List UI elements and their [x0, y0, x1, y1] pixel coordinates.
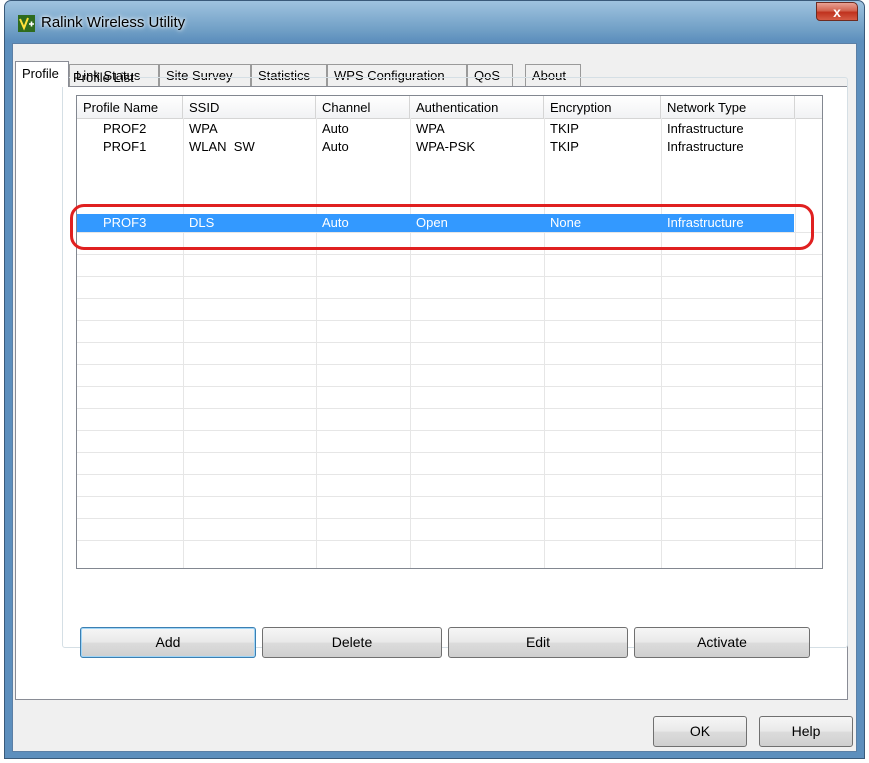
cell-ssid: DLS: [189, 215, 215, 230]
cell-authentication: WPA: [416, 121, 445, 136]
grid-line: [77, 342, 822, 343]
close-icon: x: [833, 4, 841, 20]
grid-line: [77, 452, 822, 453]
list-header: Profile Name SSID Channel Authentication…: [77, 96, 822, 119]
table-row-selected[interactable]: PROF3 DLS Auto Open None Infrastructure: [77, 214, 794, 232]
table-row[interactable]: PROF2 WPA Auto WPA TKIP Infrastructure: [77, 120, 822, 138]
ralink-app-icon: [18, 15, 35, 32]
cell-network-type: Infrastructure: [667, 215, 744, 230]
help-button[interactable]: Help: [759, 716, 853, 747]
cell-encryption: None: [550, 215, 582, 230]
grid-line: [544, 118, 545, 568]
column-header-network-type[interactable]: Network Type: [661, 96, 795, 118]
cell-network-type: Infrastructure: [667, 139, 744, 152]
grid-line: [77, 496, 822, 497]
grid-line: [183, 118, 184, 568]
delete-button[interactable]: Delete: [262, 627, 442, 658]
grid-line: [316, 118, 317, 568]
cell-authentication: WPA-PSK: [416, 139, 475, 152]
activate-button[interactable]: Activate: [634, 627, 810, 658]
grid-line: [77, 386, 822, 387]
cell-profile-name: PROF3: [103, 215, 147, 230]
grid-line: [77, 232, 822, 233]
ok-button[interactable]: OK: [653, 716, 747, 747]
column-header-channel[interactable]: Channel: [316, 96, 410, 118]
cell-encryption: TKIP: [550, 121, 579, 136]
column-header-filler: [795, 96, 822, 118]
grid-line: [77, 364, 822, 365]
grid-line: [77, 320, 822, 321]
edit-button[interactable]: Edit: [448, 627, 628, 658]
tab-profile[interactable]: Profile: [15, 61, 69, 87]
grid-line: [77, 540, 822, 541]
table-row[interactable]: PROF1 WLAN_SW Auto WPA-PSK TKIP Infrastr…: [77, 138, 822, 152]
grid-line: [77, 254, 822, 255]
close-button[interactable]: x: [816, 2, 858, 21]
grid-line: [795, 118, 796, 568]
cell-ssid: WLAN_SW: [189, 139, 255, 152]
app-window: Ralink Wireless Utility x Profile Link S…: [4, 0, 865, 759]
grid-line: [661, 118, 662, 568]
cell-ssid: WPA: [189, 121, 218, 136]
grid-line: [410, 118, 411, 568]
cell-encryption: TKIP: [550, 139, 579, 152]
add-button[interactable]: Add: [80, 627, 256, 658]
grid-line: [77, 276, 822, 277]
cell-channel: Auto: [322, 139, 349, 152]
column-header-encryption[interactable]: Encryption: [544, 96, 661, 118]
profile-list-view[interactable]: Profile Name SSID Channel Authentication…: [76, 95, 823, 569]
cell-channel: Auto: [322, 121, 349, 136]
grid-line: [77, 430, 822, 431]
cell-channel: Auto: [322, 215, 349, 230]
profile-list-label: Profile List: [73, 70, 134, 85]
column-header-authentication[interactable]: Authentication: [410, 96, 544, 118]
grid-line: [77, 518, 822, 519]
cell-profile-name: PROF1: [103, 139, 147, 152]
column-header-profile-name[interactable]: Profile Name: [77, 96, 183, 118]
grid-line: [77, 298, 822, 299]
cell-profile-name: PROF2: [103, 121, 147, 136]
column-header-ssid[interactable]: SSID: [183, 96, 316, 118]
window-title: Ralink Wireless Utility: [41, 14, 186, 31]
title-bar[interactable]: Ralink Wireless Utility x: [5, 1, 864, 43]
grid-line: [77, 474, 822, 475]
cell-authentication: Open: [416, 215, 448, 230]
cell-network-type: Infrastructure: [667, 121, 744, 136]
grid-line: [77, 408, 822, 409]
